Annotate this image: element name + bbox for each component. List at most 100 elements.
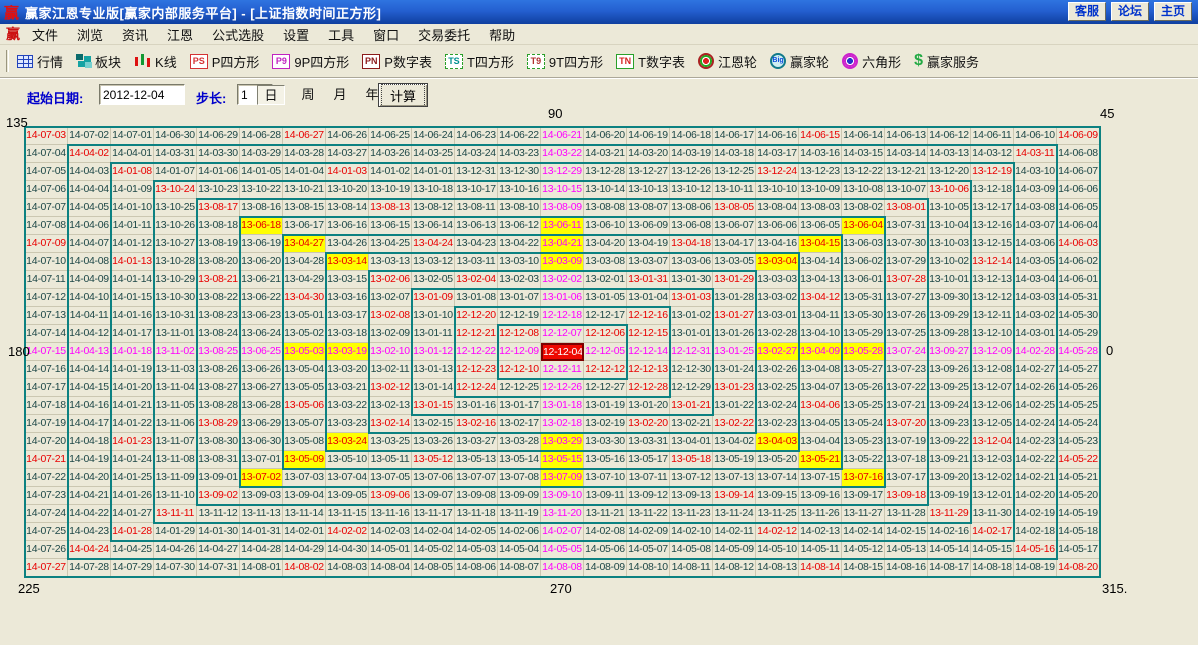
grid-cell: 14-06-06: [1057, 181, 1100, 199]
grid-cell: 14-05-04: [498, 541, 541, 559]
menu-item-浏览[interactable]: 浏览: [77, 25, 103, 44]
compute-button[interactable]: 计算: [378, 83, 428, 107]
grid-cell: 13-03-13: [369, 253, 412, 271]
grid-cell: 13-10-23: [197, 181, 240, 199]
grid-cell: 13-08-30: [197, 433, 240, 451]
grid-cell: 14-07-20: [25, 433, 68, 451]
grid-cell: 13-04-23: [455, 235, 498, 253]
grid-cell: 13-12-30: [498, 163, 541, 181]
grid-cell: 13-03-14: [326, 253, 369, 271]
unit-option-周[interactable]: 周: [294, 85, 322, 105]
grid-cell: 13-01-14: [412, 379, 455, 397]
grid-cell: 13-06-25: [240, 343, 283, 361]
grid-cell: 14-04-20: [68, 469, 111, 487]
grid-cell: 13-12-09: [971, 343, 1014, 361]
start-date-input[interactable]: [99, 84, 185, 105]
grid-cell: 14-07-26: [25, 541, 68, 559]
toolbar-item-赢家服务[interactable]: $ 赢家服务: [914, 52, 979, 71]
toolbar-item-P四方形[interactable]: PS P四方形: [189, 52, 259, 71]
toolbar-item-K线[interactable]: K线: [134, 52, 177, 71]
grid-cell: 13-05-30: [842, 307, 885, 325]
grid-cell: 14-06-07: [1057, 163, 1100, 181]
grid-cell: 14-03-03: [1014, 289, 1057, 307]
menu-item-帮助[interactable]: 帮助: [489, 25, 515, 44]
grid-cell: 13-11-22: [627, 505, 670, 523]
grid-cell: 13-11-28: [885, 505, 928, 523]
grid-cell: 13-01-04: [627, 289, 670, 307]
grid-cell: 13-10-19: [369, 181, 412, 199]
grid-cell: 13-12-11: [971, 307, 1014, 325]
grid-cell: 14-07-12: [25, 289, 68, 307]
grid-cell: 13-09-20: [928, 469, 971, 487]
toolbar-item-T数字表[interactable]: TN T数字表: [616, 52, 685, 71]
grid-cell: 14-02-07: [541, 523, 584, 541]
grid-cell: 12-12-18: [541, 307, 584, 325]
grid-cell: 13-09-02: [197, 487, 240, 505]
menu-item-窗口[interactable]: 窗口: [373, 25, 399, 44]
grid-cell: 14-08-01: [240, 559, 283, 577]
menu-item-设置[interactable]: 设置: [283, 25, 309, 44]
grid-cell: 13-11-21: [584, 505, 627, 523]
titlebar-button-主页[interactable]: 主页: [1154, 2, 1192, 21]
grid-cell: 14-03-16: [799, 145, 842, 163]
grid-cell: 14-08-18: [971, 559, 1014, 577]
toolbar-item-赢家轮[interactable]: Big 赢家轮: [770, 52, 829, 71]
toolbar-item-六角形[interactable]: 六角形: [842, 52, 901, 71]
grid-cell: 14-02-02: [326, 523, 369, 541]
grid-cell: 14-01-31: [240, 523, 283, 541]
grid-cell: 13-04-08: [799, 361, 842, 379]
grid-cell: 13-08-13: [369, 199, 412, 217]
toolbar-item-P数字表[interactable]: PN P数字表: [362, 52, 432, 71]
grid-cell: 13-05-10: [326, 451, 369, 469]
grid-cell: 13-05-12: [412, 451, 455, 469]
menu-item-文件[interactable]: 文件: [32, 25, 58, 44]
toolbar-item-江恩轮[interactable]: 江恩轮: [698, 52, 757, 71]
grid-cell: 14-03-21: [584, 145, 627, 163]
grid-cell: 14-08-19: [1014, 559, 1057, 577]
grid-cell: 13-01-21: [670, 397, 713, 415]
menu-item-公式选股[interactable]: 公式选股: [212, 25, 264, 44]
toolbar-item-9P四方形[interactable]: P9 9P四方形: [272, 52, 349, 71]
menu-item-江恩[interactable]: 江恩: [167, 25, 193, 44]
grid-cell: 13-07-10: [584, 469, 627, 487]
grid-cell: 13-12-04: [971, 433, 1014, 451]
titlebar-buttons: 客服 论坛 主页: [1068, 2, 1192, 21]
menu-item-工具[interactable]: 工具: [328, 25, 354, 44]
grid-cell: 14-05-23: [1057, 433, 1100, 451]
menu-item-资讯[interactable]: 资讯: [122, 25, 148, 44]
grid-cell: 13-03-05: [713, 253, 756, 271]
grid-cell: 14-01-22: [111, 415, 154, 433]
grid-cell: 13-12-26: [670, 163, 713, 181]
toolbar-item-板块[interactable]: 板块: [76, 52, 121, 71]
grid-cell: 13-03-19: [326, 343, 369, 361]
toolbar-item-行情[interactable]: 行情: [17, 52, 63, 71]
grid-cell: 13-03-26: [412, 433, 455, 451]
toolbar-item-9T四方形[interactable]: T9 9T四方形: [526, 52, 603, 71]
grid-cell: 14-05-09: [713, 541, 756, 559]
app-window: 赢 赢家江恩专业版[赢家内部服务平台] - [上证指数时间正方形] 客服 论坛 主页…: [0, 0, 1198, 645]
grid-cell: 13-12-31: [455, 163, 498, 181]
grid-cell: 13-06-06: [756, 217, 799, 235]
grid-cell: 14-06-20: [584, 127, 627, 145]
unit-option-日[interactable]: 日: [257, 85, 285, 105]
grid-cell: 14-02-12: [756, 523, 799, 541]
titlebar-button-客服[interactable]: 客服: [1068, 2, 1106, 21]
titlebar-button-论坛[interactable]: 论坛: [1111, 2, 1149, 21]
grid-cell: 14-04-29: [283, 541, 326, 559]
grid-cell: 14-06-27: [283, 127, 326, 145]
grid-cell: 14-04-25: [111, 541, 154, 559]
toolbar-item-T四方形[interactable]: TS T四方形: [444, 52, 514, 71]
grid-cell: 13-03-02: [756, 289, 799, 307]
grid-cell: 14-06-23: [455, 127, 498, 145]
grid-cell: 14-01-13: [111, 253, 154, 271]
grid-cell: 14-08-08: [541, 559, 584, 577]
grid-cell-center: 12-12-04: [541, 343, 584, 361]
grid-cell: 14-08-03: [326, 559, 369, 577]
grid-cell: 14-01-28: [111, 523, 154, 541]
angle-label-225: 225: [18, 581, 40, 596]
grid-cell: 13-12-28: [584, 163, 627, 181]
grid-cell: 13-04-16: [756, 235, 799, 253]
unit-option-月[interactable]: 月: [326, 85, 354, 105]
step-label: 步长:: [196, 91, 227, 106]
menu-item-交易委托[interactable]: 交易委托: [418, 25, 470, 44]
